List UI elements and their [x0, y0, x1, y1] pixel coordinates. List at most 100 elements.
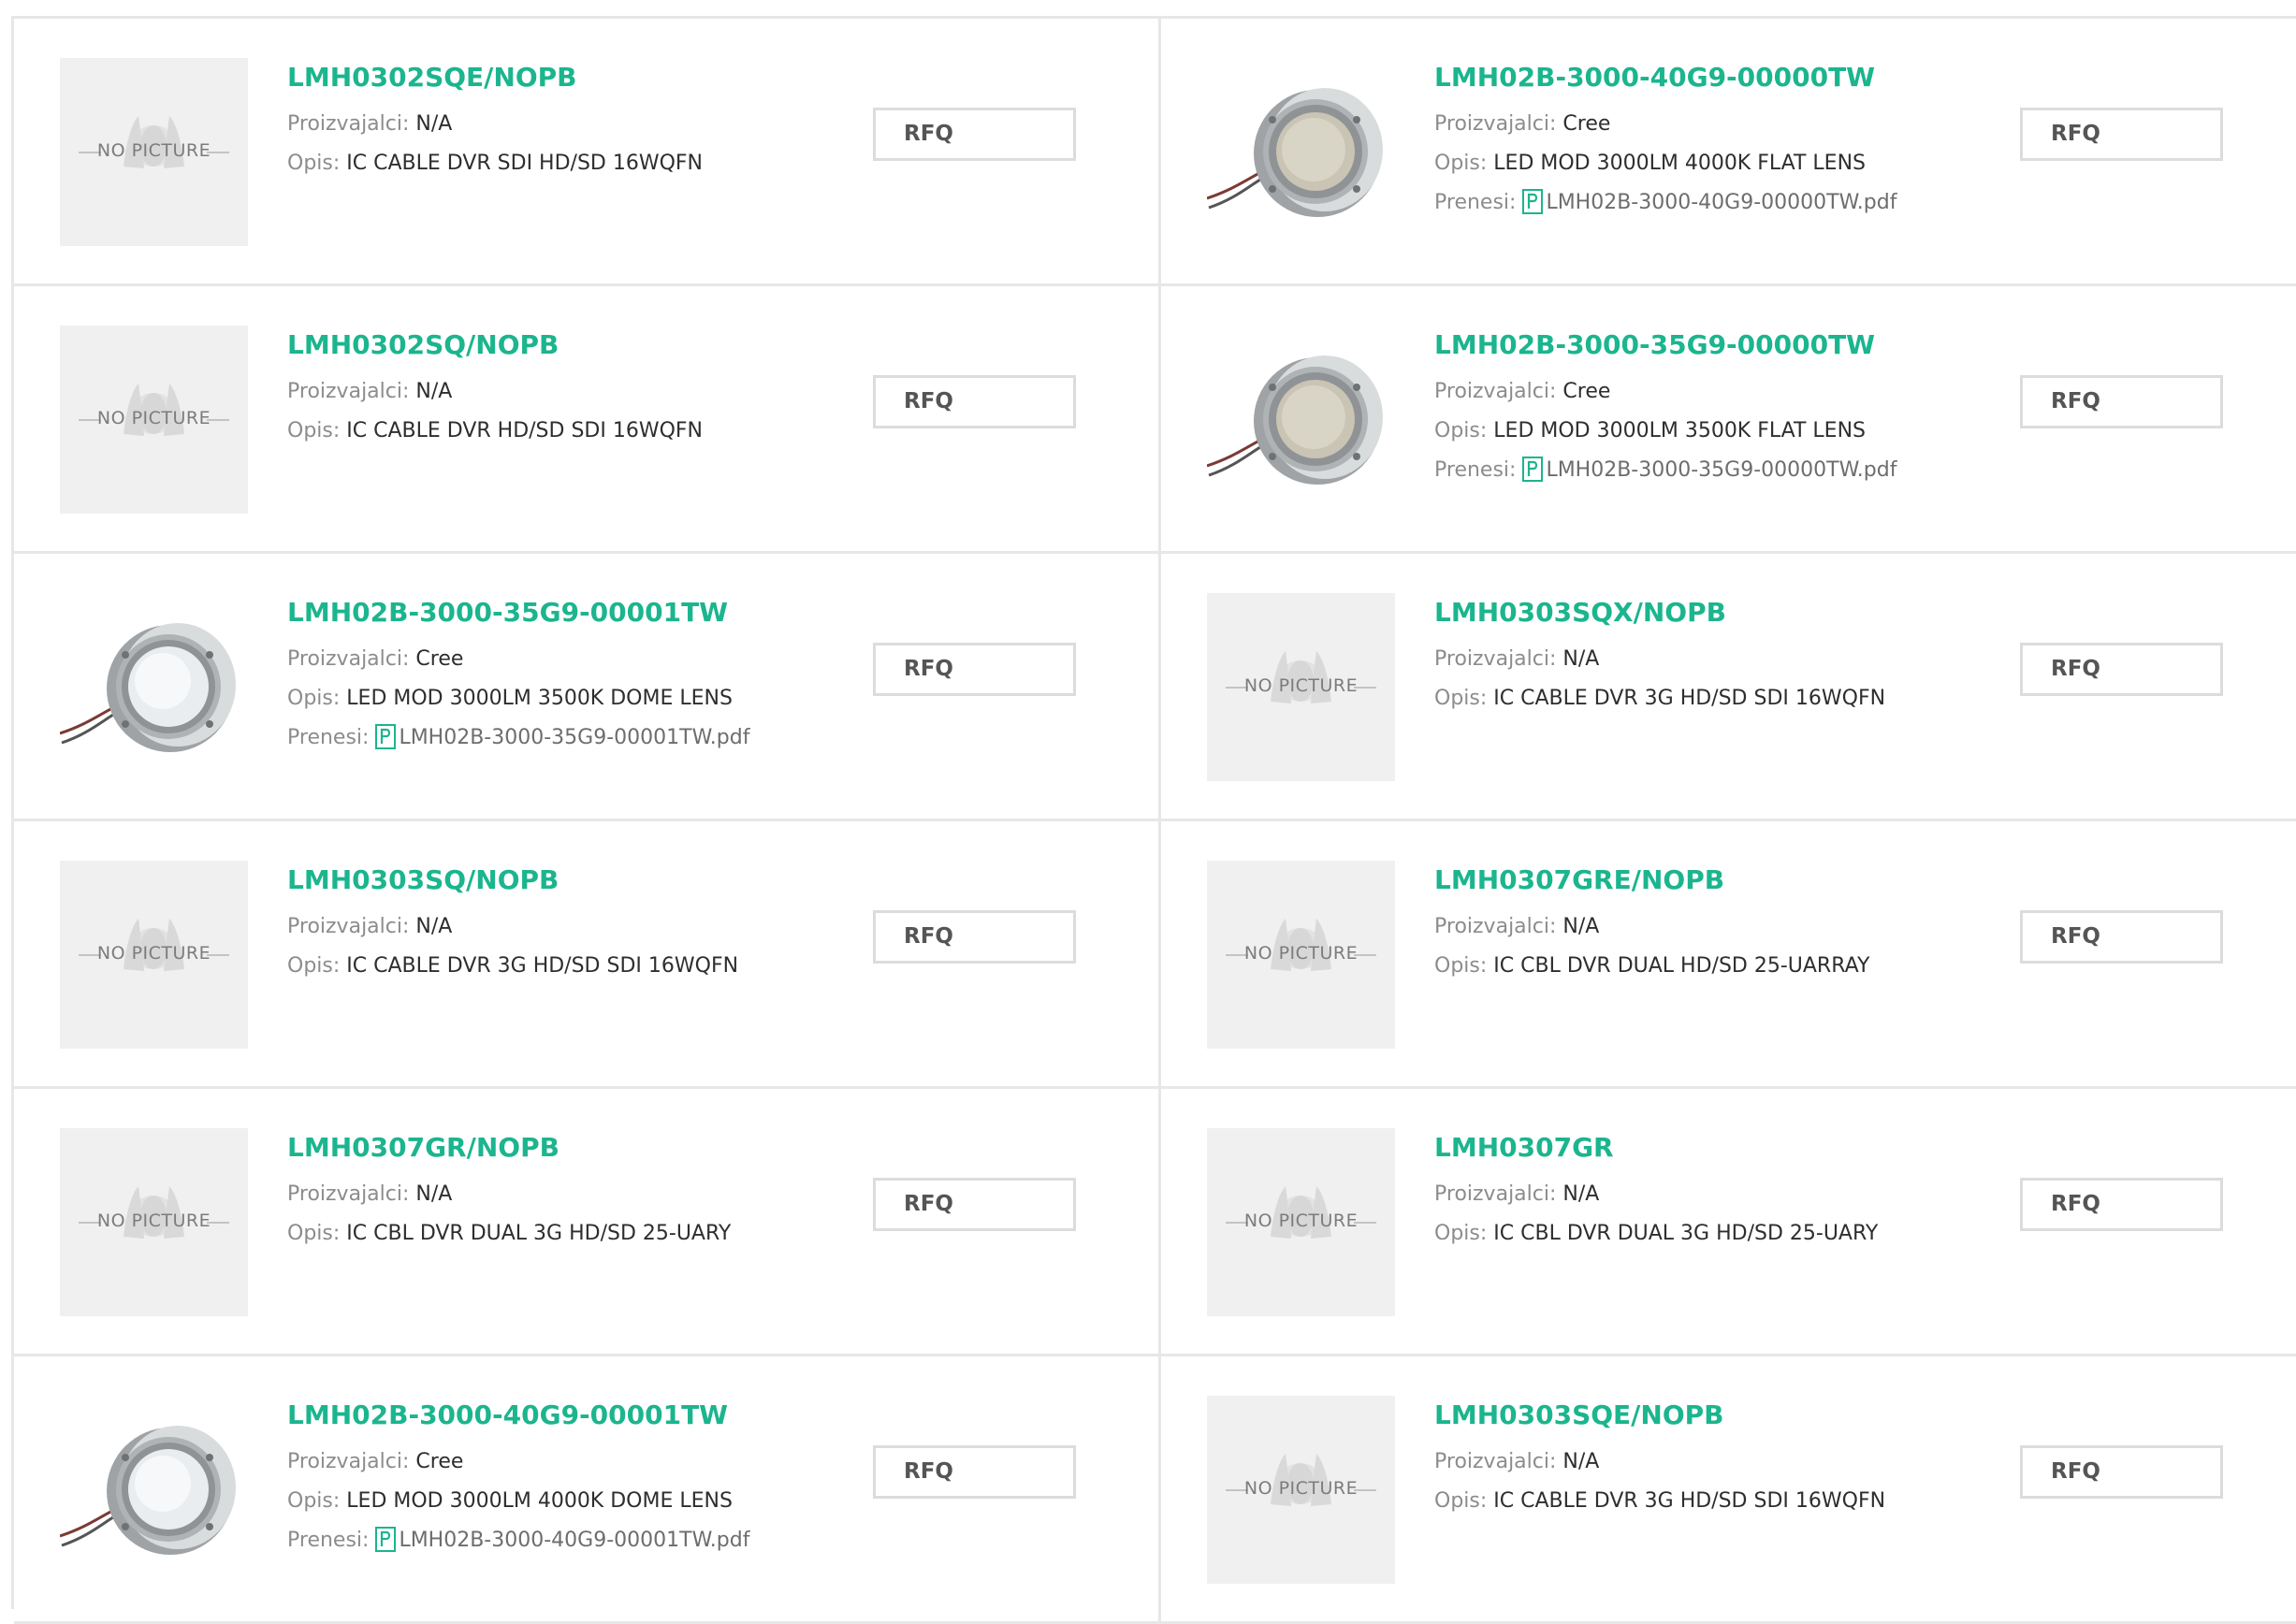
description-row: Opis: IC CABLE DVR 3G HD/SD SDI 16WQFN: [1434, 1482, 1977, 1521]
manufacturer-row: Proizvajalci: Cree: [287, 640, 830, 679]
manufacturer-value: Cree: [1562, 112, 1611, 136]
manufacturer-label: Proizvajalci:: [287, 112, 410, 136]
no-picture-text: NO PICTURE: [1243, 675, 1359, 696]
rfq-button[interactable]: RFQ: [873, 910, 1076, 964]
rfq-button[interactable]: RFQ: [2020, 910, 2223, 964]
description-label: Opis:: [1434, 1489, 1488, 1513]
product-card: LMH02B-3000-35G9-00000TW Proizvajalci: C…: [1161, 286, 2296, 554]
no-picture-text: NO PICTURE: [1243, 943, 1359, 964]
led-module-icon: [60, 623, 236, 752]
description-value: IC CBL DVR DUAL HD/SD 25-UARRAY: [1493, 954, 1870, 978]
part-number-link[interactable]: LMH02B-3000-35G9-00001TW: [287, 595, 830, 631]
no-picture-text: NO PICTURE: [96, 1211, 211, 1231]
product-info: LMH0302SQ/NOPB Proizvajalci: N/A Opis: I…: [287, 327, 830, 451]
part-number-link[interactable]: LMH0303SQE/NOPB: [1434, 1398, 1977, 1433]
part-number-link[interactable]: LMH0307GRE/NOPB: [1434, 863, 1977, 898]
product-card: NO PICTURE LMH0303SQE/NOPB Proizvajalci:…: [1161, 1356, 2296, 1624]
description-label: Opis:: [1434, 419, 1488, 442]
manufacturer-label: Proizvajalci:: [287, 380, 410, 403]
manufacturer-label: Proizvajalci:: [1434, 1450, 1557, 1473]
datasheet-link[interactable]: LMH02B-3000-40G9-00000TW.pdf: [1522, 189, 1897, 214]
description-label: Opis:: [287, 687, 341, 710]
part-number-link[interactable]: LMH02B-3000-40G9-00001TW: [287, 1398, 830, 1433]
product-thumbnail[interactable]: NO PICTURE: [1207, 593, 1395, 781]
rfq-button[interactable]: RFQ: [2020, 375, 2223, 428]
product-thumbnail[interactable]: NO PICTURE: [60, 58, 248, 246]
part-number-link[interactable]: LMH02B-3000-40G9-00000TW: [1434, 60, 1977, 95]
product-info: LMH0307GRE/NOPB Proizvajalci: N/A Opis: …: [1434, 863, 1977, 986]
part-number-link[interactable]: LMH0302SQE/NOPB: [287, 60, 830, 95]
download-label: Prenesi:: [1434, 191, 1523, 214]
product-thumbnail[interactable]: NO PICTURE: [1207, 1396, 1395, 1584]
datasheet-filename: LMH02B-3000-40G9-00000TW.pdf: [1546, 191, 1897, 214]
download-label: Prenesi:: [1434, 458, 1523, 482]
product-info: LMH02B-3000-40G9-00001TW Proizvajalci: C…: [287, 1398, 830, 1560]
part-number-link[interactable]: LMH0302SQ/NOPB: [287, 327, 830, 363]
rfq-button[interactable]: RFQ: [873, 643, 1076, 696]
manufacturer-value: Cree: [1562, 380, 1611, 403]
product-thumbnail[interactable]: NO PICTURE: [60, 861, 248, 1049]
description-row: Opis: LED MOD 3000LM 3500K FLAT LENS: [1434, 412, 1977, 451]
product-card: LMH02B-3000-40G9-00001TW Proizvajalci: C…: [14, 1356, 1161, 1624]
description-value: IC CABLE DVR 3G HD/SD SDI 16WQFN: [1493, 687, 1886, 710]
description-value: LED MOD 3000LM 4000K FLAT LENS: [1493, 152, 1866, 175]
download-label: Prenesi:: [287, 726, 376, 749]
product-info: LMH02B-3000-40G9-00000TW Proizvajalci: C…: [1434, 60, 1977, 223]
manufacturer-label: Proizvajalci:: [1434, 380, 1557, 403]
part-number-link[interactable]: LMH0307GR: [1434, 1130, 1977, 1166]
product-thumbnail[interactable]: [60, 1396, 248, 1584]
manufacturer-value: N/A: [415, 380, 453, 403]
part-number-link[interactable]: LMH0307GR/NOPB: [287, 1130, 830, 1166]
part-number-link[interactable]: LMH02B-3000-35G9-00000TW: [1434, 327, 1977, 363]
download-row: Prenesi: LMH02B-3000-40G9-00000TW.pdf: [1434, 183, 1977, 223]
product-thumbnail[interactable]: NO PICTURE: [1207, 1128, 1395, 1316]
no-picture-text: NO PICTURE: [1243, 1211, 1359, 1231]
pdf-icon: [1522, 457, 1544, 482]
rfq-button[interactable]: RFQ: [873, 1178, 1076, 1231]
product-info: LMH0307GR Proizvajalci: N/A Opis: IC CBL…: [1434, 1130, 1977, 1254]
description-label: Opis:: [1434, 1222, 1488, 1245]
product-info: LMH0302SQE/NOPB Proizvajalci: N/A Opis: …: [287, 60, 830, 183]
pdf-icon: [375, 1527, 397, 1552]
manufacturer-value: N/A: [1562, 647, 1600, 671]
product-thumbnail[interactable]: NO PICTURE: [1207, 861, 1395, 1049]
manufacturer-value: N/A: [1562, 1450, 1600, 1473]
datasheet-link[interactable]: LMH02B-3000-35G9-00000TW.pdf: [1522, 457, 1897, 482]
manufacturer-value: N/A: [415, 915, 453, 938]
rfq-button[interactable]: RFQ: [873, 1445, 1076, 1499]
product-thumbnail[interactable]: NO PICTURE: [60, 326, 248, 514]
product-info: LMH0307GR/NOPB Proizvajalci: N/A Opis: I…: [287, 1130, 830, 1254]
part-number-link[interactable]: LMH0303SQ/NOPB: [287, 863, 830, 898]
manufacturer-row: Proizvajalci: Cree: [287, 1443, 830, 1482]
product-thumbnail[interactable]: [60, 593, 248, 781]
rfq-button[interactable]: RFQ: [2020, 643, 2223, 696]
product-card: NO PICTURE LMH0302SQ/NOPB Proizvajalci: …: [14, 286, 1161, 554]
product-card: NO PICTURE LMH0307GR/NOPB Proizvajalci: …: [14, 1089, 1161, 1356]
product-card: LMH02B-3000-35G9-00001TW Proizvajalci: C…: [14, 554, 1161, 821]
description-label: Opis:: [287, 419, 341, 442]
manufacturer-value: N/A: [415, 112, 453, 136]
product-thumbnail[interactable]: [1207, 58, 1395, 246]
description-value: IC CBL DVR DUAL 3G HD/SD 25-UARY: [346, 1222, 732, 1245]
rfq-button[interactable]: RFQ: [2020, 108, 2223, 161]
description-label: Opis:: [1434, 954, 1488, 978]
description-row: Opis: IC CBL DVR DUAL 3G HD/SD 25-UARY: [287, 1214, 830, 1254]
manufacturer-row: Proizvajalci: N/A: [1434, 1175, 1977, 1214]
part-number-link[interactable]: LMH0303SQX/NOPB: [1434, 595, 1977, 631]
product-card: LMH02B-3000-40G9-00000TW Proizvajalci: C…: [1161, 19, 2296, 286]
datasheet-link[interactable]: LMH02B-3000-35G9-00001TW.pdf: [375, 724, 749, 749]
rfq-button[interactable]: RFQ: [2020, 1445, 2223, 1499]
rfq-button[interactable]: RFQ: [873, 108, 1076, 161]
rfq-button[interactable]: RFQ: [873, 375, 1076, 428]
description-value: IC CABLE DVR HD/SD SDI 16WQFN: [346, 419, 704, 442]
description-row: Opis: LED MOD 3000LM 4000K DOME LENS: [287, 1482, 830, 1521]
description-value: IC CBL DVR DUAL 3G HD/SD 25-UARY: [1493, 1222, 1879, 1245]
rfq-button[interactable]: RFQ: [2020, 1178, 2223, 1231]
product-thumbnail[interactable]: NO PICTURE: [60, 1128, 248, 1316]
description-value: LED MOD 3000LM 3500K DOME LENS: [346, 687, 733, 710]
description-row: Opis: IC CBL DVR DUAL HD/SD 25-UARRAY: [1434, 947, 1977, 986]
description-row: Opis: LED MOD 3000LM 3500K DOME LENS: [287, 679, 830, 718]
product-thumbnail[interactable]: [1207, 326, 1395, 514]
datasheet-filename: LMH02B-3000-35G9-00000TW.pdf: [1546, 458, 1897, 482]
datasheet-link[interactable]: LMH02B-3000-40G9-00001TW.pdf: [375, 1527, 749, 1552]
